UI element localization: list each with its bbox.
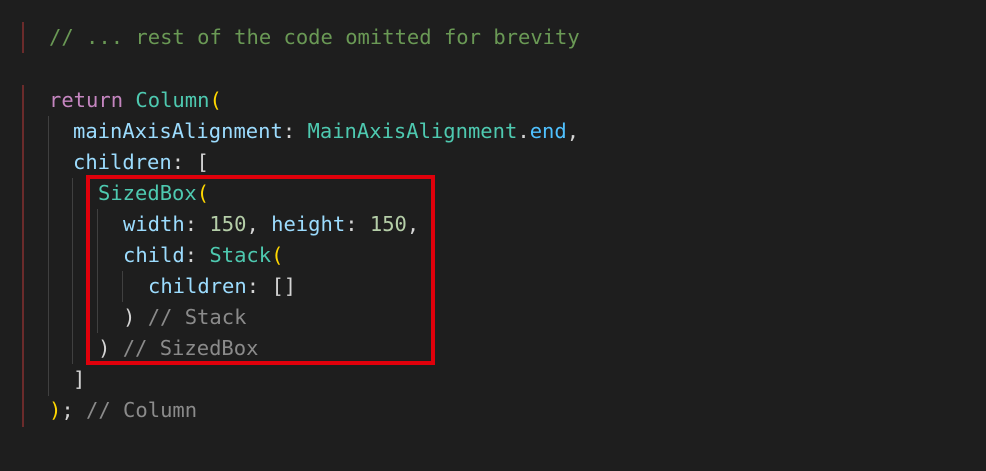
- code-line-2: return Column(: [49, 85, 222, 116]
- semicolon: ;: [61, 398, 74, 422]
- code-line-1: // ... rest of the code omitted for brev…: [49, 22, 580, 53]
- comment: // Column: [86, 398, 198, 422]
- close-paren: ): [49, 398, 62, 422]
- highlight-box: [86, 175, 435, 365]
- colon: :: [171, 150, 185, 174]
- dot: .: [517, 119, 530, 143]
- close-bracket: ]: [73, 367, 86, 391]
- indent-guide: [48, 116, 49, 396]
- colon: :: [282, 119, 296, 143]
- comment: // ... rest of the code omitted for brev…: [49, 25, 580, 49]
- indent-guide: [72, 178, 73, 364]
- open-paren: (: [209, 88, 222, 112]
- class-main-axis-alignment: MainAxisAlignment: [307, 119, 518, 143]
- property-children: children: [73, 150, 172, 174]
- code-line-11: ]: [73, 364, 85, 395]
- code-line-3: mainAxisAlignment: MainAxisAlignment.end…: [73, 116, 579, 147]
- member-end: end: [529, 119, 567, 143]
- indent-guide: [22, 22, 24, 53]
- comma: ,: [566, 119, 580, 143]
- property-main-axis-alignment: mainAxisAlignment: [73, 119, 283, 143]
- code-line-4: children: [: [73, 147, 209, 178]
- keyword-return: return: [49, 88, 124, 112]
- class-column: Column: [135, 88, 210, 112]
- code-editor[interactable]: // ... rest of the code omitted for brev…: [0, 0, 986, 471]
- indent-guide: [22, 85, 24, 427]
- open-bracket: [: [196, 150, 209, 174]
- code-line-12: ); // Column: [49, 395, 197, 426]
